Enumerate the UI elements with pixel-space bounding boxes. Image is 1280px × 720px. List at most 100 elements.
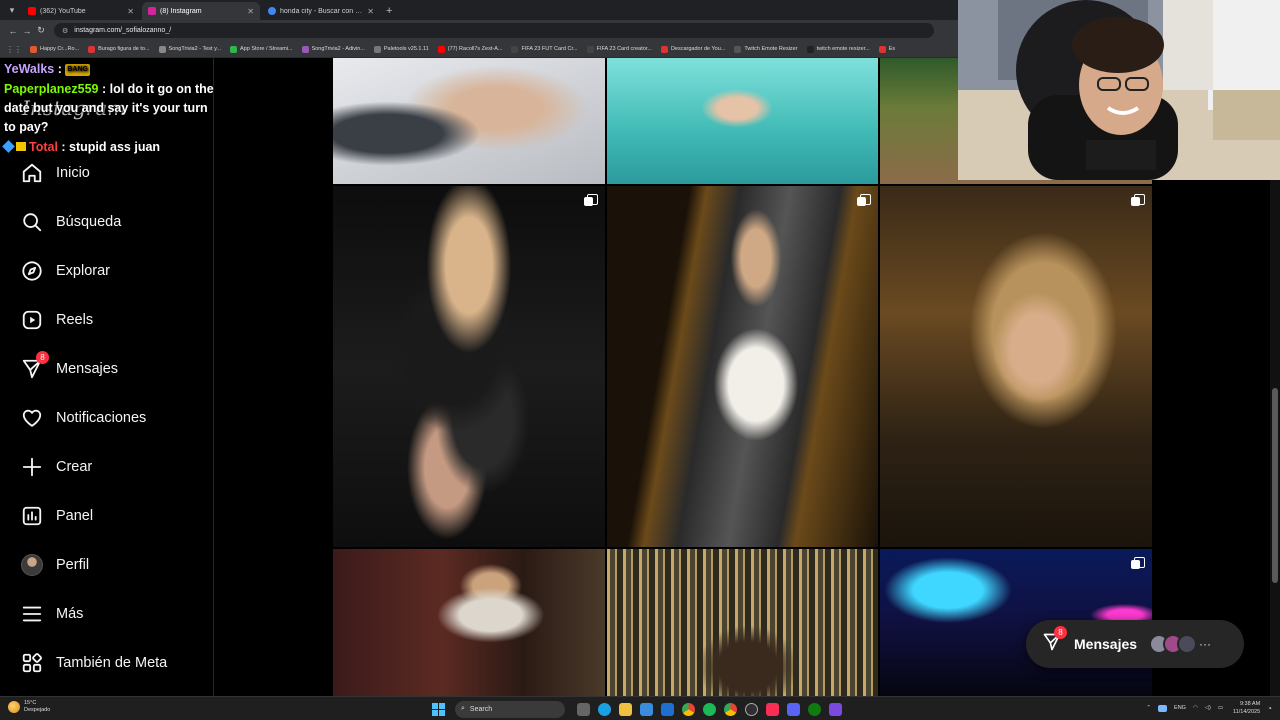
weather-widget[interactable]: 15°C Despejado	[8, 700, 50, 714]
chrome-icon[interactable]	[682, 702, 695, 716]
sidebar-item-crear[interactable]: Crear	[20, 452, 200, 482]
close-icon[interactable]: ✕	[247, 7, 254, 16]
address-bar-row: ← → ↻ ⚙ instagram.com/_sofialozanno_/	[0, 20, 958, 41]
bookmark-favicon-icon	[437, 45, 445, 53]
mail-icon[interactable]	[661, 702, 674, 716]
url-text: instagram.com/_sofialozanno_/	[74, 27, 172, 34]
plus-icon	[20, 455, 44, 479]
chevron-up-icon[interactable]: ⌃	[1146, 705, 1151, 711]
forward-arrow-icon[interactable]: →	[20, 26, 34, 36]
streamer-camera-feed	[958, 0, 1280, 180]
sidebar-item-reels[interactable]: Reels	[20, 305, 200, 335]
bookmark-item[interactable]: (77) Racoll7s Zest-A...	[437, 45, 502, 53]
bookmark-item[interactable]: Es	[878, 45, 895, 53]
music-icon[interactable]	[766, 702, 779, 716]
weather-temp: 15°C	[24, 700, 37, 706]
post-thumbnail[interactable]	[607, 186, 878, 547]
bookmark-item[interactable]: SongTrivia2 - Test y...	[158, 45, 221, 53]
volume-icon[interactable]: ◁)	[1205, 705, 1211, 711]
sidebar-item-perfil[interactable]: Perfil	[20, 550, 200, 580]
clock-date: 11/14/2025	[1233, 709, 1261, 715]
site-info-icon[interactable]: ⚙	[62, 27, 68, 35]
search-label: Search	[469, 705, 493, 713]
sidebar-item-panel[interactable]: Panel	[20, 501, 200, 531]
bookmark-item[interactable]: FIFA 23 FUT Card Cr...	[511, 45, 578, 53]
sidebar-item-mensajes[interactable]: 8 Mensajes	[20, 351, 200, 384]
obs-icon[interactable]	[745, 702, 758, 716]
sidebar-item-explorar[interactable]: Explorar	[20, 256, 200, 286]
sidebar-item-inicio[interactable]: Inicio	[20, 158, 200, 188]
sidebar-item-mas[interactable]: Más	[20, 599, 200, 629]
messages-floating-button[interactable]: 8 Mensajes ···	[1026, 620, 1244, 668]
bookmark-item[interactable]: SongTrivia2 - Adivin...	[301, 45, 365, 53]
task-view-icon[interactable]	[577, 702, 590, 716]
notification-bell-icon[interactable]: ◔	[1267, 704, 1272, 713]
bookmark-favicon-icon	[878, 45, 886, 53]
photos-icon[interactable]	[640, 702, 653, 716]
keyboard-layout[interactable]: ENG	[1174, 705, 1186, 711]
post-thumbnail[interactable]	[333, 186, 605, 547]
tab-search-icon[interactable]: ▾	[4, 2, 20, 18]
carousel-icon	[584, 194, 598, 206]
sidebar-item-label: Reels	[56, 312, 94, 328]
url-field[interactable]: ⚙ instagram.com/_sofialozanno_/	[54, 23, 934, 38]
stream-chat-overlay: YeWalks : BANG Paperplanez559 : lol do i…	[2, 60, 214, 158]
new-tab-plus-icon[interactable]: +	[386, 5, 392, 17]
apps-grid-icon[interactable]: ⋮⋮	[6, 45, 22, 54]
battery-icon[interactable]: ▭	[1218, 705, 1223, 711]
bookmark-item[interactable]: Descargador de You...	[660, 45, 725, 53]
back-arrow-icon[interactable]: ←	[6, 26, 20, 36]
sidebar-item-busqueda[interactable]: Búsqueda	[20, 207, 200, 237]
post-thumbnail[interactable]	[333, 58, 605, 184]
chat-badge-icon	[16, 142, 26, 151]
file-explorer-icon[interactable]	[619, 702, 632, 716]
youtube-favicon-icon	[28, 7, 36, 15]
discord-icon[interactable]	[787, 702, 800, 716]
browser-tab-youtube[interactable]: (362) YouTube ✕	[22, 2, 140, 20]
chat-message: Total : stupid ass juan	[2, 138, 214, 157]
post-thumbnail[interactable]	[880, 186, 1152, 547]
sidebar-item-label: Mensajes	[56, 361, 119, 377]
bookmark-favicon-icon	[373, 45, 381, 53]
close-icon[interactable]: ✕	[367, 7, 374, 16]
post-thumbnail[interactable]	[607, 549, 878, 696]
reload-icon[interactable]: ↻	[34, 25, 48, 36]
browser-tab-instagram[interactable]: (8) Instagram ✕	[142, 2, 260, 20]
bookmark-item[interactable]: Burago figura de to...	[88, 45, 150, 53]
scrollbar-thumb[interactable]	[1272, 388, 1278, 583]
network-icon[interactable]	[1158, 704, 1168, 712]
carousel-icon	[1131, 194, 1145, 206]
taskbar-clock[interactable]: 9:38 AM 11/14/2025	[1233, 700, 1260, 716]
sidebar-item-tambien-de-meta[interactable]: También de Meta	[20, 648, 200, 678]
unread-badge: 8	[36, 351, 49, 364]
bookmark-label: FIFA 23 FUT Card Cr...	[521, 46, 578, 52]
recent-chats-avatars	[1149, 634, 1198, 654]
bookmark-item[interactable]: App Store / Streami...	[230, 45, 293, 53]
post-thumbnail[interactable]	[333, 549, 605, 696]
bookmark-item[interactable]: Happy Cr...Ro...	[30, 45, 79, 53]
bookmark-item[interactable]: Paletools v25.1.11	[373, 45, 429, 53]
chat-username: YeWalks	[4, 62, 55, 76]
bookmark-favicon-icon	[230, 45, 237, 53]
wifi-icon[interactable]: ◠	[1193, 705, 1198, 711]
post-thumbnail[interactable]	[607, 58, 878, 184]
edge-icon[interactable]	[598, 702, 611, 716]
browser-tab-google[interactable]: honda city - Buscar con Google ✕	[262, 2, 380, 20]
taskbar-search[interactable]: ⌕ Search	[455, 700, 565, 718]
bookmark-item[interactable]: FIFA 23 Card creator...	[586, 45, 652, 53]
spotify-icon[interactable]	[703, 702, 716, 716]
weather-desc: Despejado	[24, 707, 51, 713]
xbox-icon[interactable]	[808, 702, 821, 716]
windows-start-icon[interactable]	[432, 702, 445, 716]
app-icon[interactable]	[829, 702, 842, 716]
bookmark-item[interactable]: Twitch Emote Resizer	[734, 45, 798, 53]
chat-message: YeWalks : BANG	[4, 62, 90, 76]
chrome-profile-icon[interactable]	[724, 702, 737, 716]
menu-icon	[20, 602, 44, 626]
bookmark-item[interactable]: twitch emote resizer...	[806, 45, 870, 53]
system-tray: ⌃ ENG ◠ ◁) ▭ 9:38 AM 11/14/2025 ◔	[1139, 700, 1272, 716]
home-icon	[20, 161, 44, 185]
close-icon[interactable]: ✕	[127, 7, 134, 16]
bookmark-label: Paletools v25.1.11	[383, 46, 429, 52]
sidebar-item-notificaciones[interactable]: Notificaciones	[20, 403, 200, 433]
